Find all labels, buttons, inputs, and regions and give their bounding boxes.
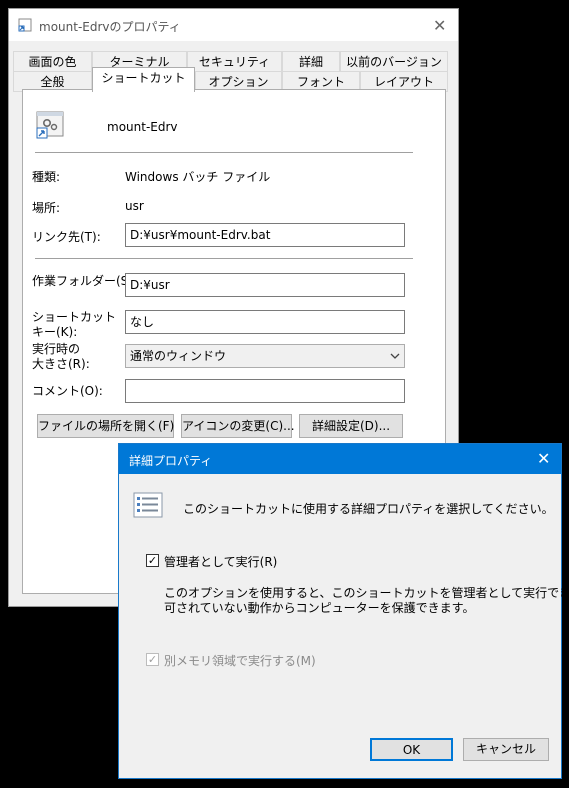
- divider: [35, 152, 413, 153]
- title-bar: mount-Edrvのプロパティ ✕: [9, 9, 458, 41]
- tab-shortcut[interactable]: ショートカット: [92, 67, 195, 92]
- dialog-intro: このショートカットに使用する詳細プロパティを選択してください。: [183, 502, 554, 516]
- target-field[interactable]: D:¥usr¥mount-Edrv.bat: [125, 223, 405, 247]
- run-size-select[interactable]: 通常のウィンドウ: [125, 344, 405, 368]
- shortcut-name: mount-Edrv: [107, 120, 178, 134]
- run-as-admin-checkbox[interactable]: ✓: [146, 554, 159, 567]
- run-label-2: 大きさ(R):: [32, 357, 90, 371]
- target-label: リンク先(T):: [32, 230, 101, 244]
- window-title: mount-Edrvのプロパティ: [39, 20, 181, 34]
- tab-details[interactable]: 詳細: [282, 51, 340, 72]
- change-icon-button[interactable]: アイコンの変更(C)...: [181, 414, 295, 438]
- type-value: Windows バッチ ファイル: [125, 170, 271, 184]
- checklist-icon: [133, 492, 163, 521]
- batch-file-icon: [35, 110, 65, 143]
- ok-button[interactable]: OK: [370, 738, 453, 761]
- shortcut-key-field[interactable]: なし: [125, 310, 405, 334]
- close-icon[interactable]: ✕: [433, 16, 446, 35]
- divider: [35, 258, 413, 259]
- tab-security[interactable]: セキュリティ: [187, 51, 282, 72]
- workdir-field[interactable]: D:¥usr: [125, 273, 405, 297]
- advanced-properties-dialog: 詳細プロパティ ✕ このショートカットに使用する詳細プロパティを選択してください…: [118, 443, 569, 779]
- tab-previous-versions[interactable]: 以前のバージョン: [340, 51, 448, 72]
- dialog-title-bar: 詳細プロパティ ✕: [119, 444, 561, 474]
- chevron-down-icon: [390, 345, 400, 374]
- run-as-admin-desc-2: 可されていない動作からコンピューターを保護できます。: [164, 601, 475, 615]
- open-file-location-button[interactable]: ファイルの場所を開く(F): [37, 414, 174, 438]
- location-label: 場所:: [32, 201, 61, 215]
- close-icon[interactable]: ✕: [537, 449, 550, 468]
- cancel-button[interactable]: キャンセル: [463, 738, 549, 761]
- comment-label: コメント(O):: [32, 384, 103, 398]
- run-as-admin-label[interactable]: 管理者として実行(R): [164, 553, 277, 570]
- dialog-title: 詳細プロパティ: [129, 454, 213, 468]
- advanced-settings-button[interactable]: 詳細設定(D)...: [299, 414, 403, 438]
- shortcut-file-icon: [18, 18, 32, 35]
- separate-memory-checkbox: ✓: [146, 653, 159, 666]
- location-value: usr: [125, 199, 144, 213]
- comment-field[interactable]: [125, 379, 405, 403]
- shortcut-key-label-2: キー(K):: [32, 325, 78, 339]
- tab-colors[interactable]: 画面の色: [13, 51, 92, 72]
- type-label: 種類:: [32, 170, 61, 184]
- run-size-value: 通常のウィンドウ: [130, 349, 227, 363]
- separate-memory-label: 別メモリ領域で実行する(M): [164, 654, 316, 668]
- workdir-label: 作業フォルダー(S):: [32, 274, 138, 288]
